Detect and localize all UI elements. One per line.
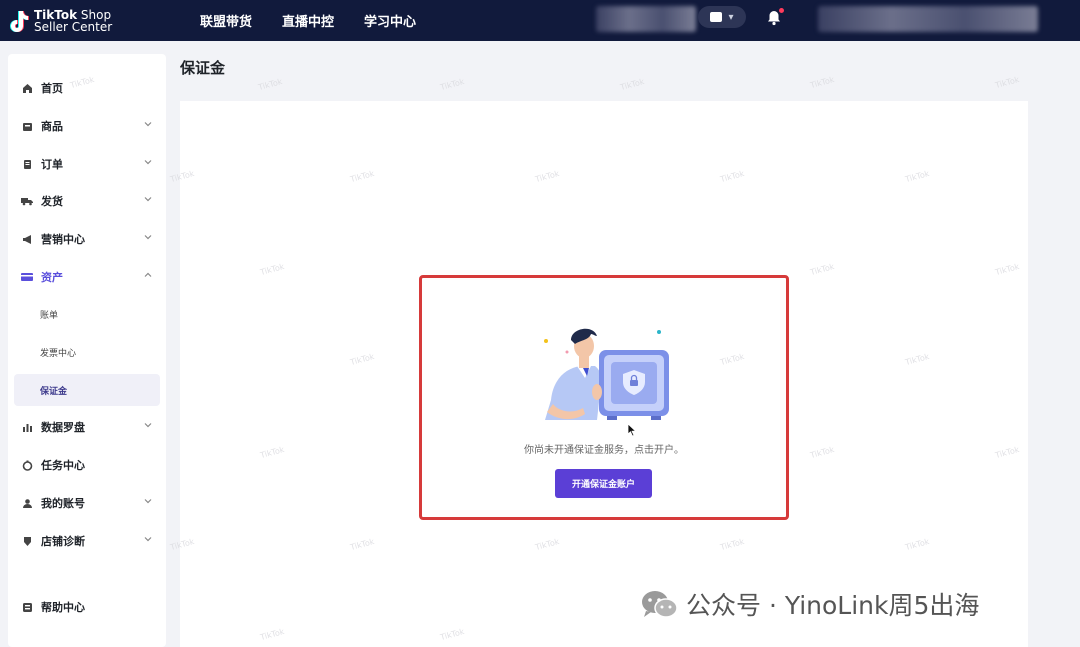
sidebar-item-label: 订单 xyxy=(41,158,63,171)
topnav-live-control[interactable]: 直播中控 xyxy=(282,11,334,30)
sidebar-item-tasks[interactable]: 任务中心 xyxy=(8,450,166,480)
chevron-up-icon xyxy=(144,272,152,277)
sidebar-subitem-label: 发票中心 xyxy=(40,348,77,359)
watermark-text: TikTok xyxy=(257,76,284,93)
sidebar-item-label: 店铺诊断 xyxy=(41,535,85,548)
wechat-icon xyxy=(642,591,678,618)
chevron-down-icon xyxy=(144,235,152,240)
top-nav-links: 联盟带货 直播中控 学习中心 xyxy=(200,11,416,30)
chevron-down-icon xyxy=(144,160,152,165)
mouse-cursor-icon xyxy=(627,423,637,437)
watermark-text: TikTok xyxy=(809,74,836,91)
user-icon xyxy=(21,497,33,509)
watermark-text: TikTok xyxy=(439,76,466,93)
sidebar-item-label: 营销中心 xyxy=(41,233,85,246)
chevron-down-icon xyxy=(144,122,152,127)
sidebar-subitem-label: 保证金 xyxy=(40,386,68,397)
sidebar-item-help-center[interactable]: 帮助中心 xyxy=(8,592,166,622)
tiktok-note-icon xyxy=(7,9,29,33)
wallet-icon xyxy=(21,271,33,283)
top-navigation-bar: TikTok Shop Seller Center 联盟带货 直播中控 学习中心… xyxy=(0,0,1080,41)
brand-text: 公众号 · YinoLink周5出海 xyxy=(686,591,980,620)
chevron-down-icon xyxy=(144,197,152,202)
sidebar-item-data-compass[interactable]: 数据罗盘 xyxy=(8,412,166,442)
blurred-shop-name xyxy=(596,6,696,32)
chevron-down-icon xyxy=(144,423,152,428)
product-icon xyxy=(21,120,33,132)
help-icon xyxy=(21,601,33,613)
blurred-account-info xyxy=(818,6,1038,32)
empty-state-message: 你尚未开通保证金服务，点击开户。 xyxy=(524,445,684,456)
order-icon xyxy=(21,158,33,170)
watermark-text: TikTok xyxy=(619,76,646,93)
sidebar-item-label: 我的账号 xyxy=(41,497,85,510)
truck-icon xyxy=(21,195,33,207)
sidebar-item-label: 任务中心 xyxy=(41,459,85,472)
chart-icon xyxy=(21,421,33,433)
sidebar: 首页 商品 订单 发货 营销中心 资产 账单 发票中心 保证金 数据罗盘 任务中… xyxy=(8,54,166,647)
sidebar-item-shop-diagnosis[interactable]: 店铺诊断 xyxy=(8,526,166,556)
diagnose-icon xyxy=(21,535,33,547)
logo-text: TikTok Shop Seller Center xyxy=(34,9,112,33)
topnav-learning-center[interactable]: 学习中心 xyxy=(364,11,416,30)
sidebar-subitem-invoices[interactable]: 发票中心 xyxy=(14,336,160,368)
sidebar-item-marketing[interactable]: 营销中心 xyxy=(8,224,166,254)
logo-line2: Seller Center xyxy=(34,19,113,34)
tiktok-shop-logo[interactable]: TikTok Shop Seller Center xyxy=(7,9,192,33)
notification-dot xyxy=(779,8,784,13)
topnav-affiliate[interactable]: 联盟带货 xyxy=(200,11,252,30)
task-icon xyxy=(21,459,33,471)
message-dropdown[interactable]: ▾ xyxy=(698,6,746,28)
sidebar-item-label: 发货 xyxy=(41,195,63,208)
page-title: 保证金 xyxy=(180,59,226,77)
open-deposit-account-button[interactable]: 开通保证金账户 xyxy=(555,469,652,498)
sidebar-item-label: 资产 xyxy=(41,271,63,284)
sidebar-item-label: 首页 xyxy=(41,82,63,95)
chat-bubble-icon xyxy=(710,12,723,22)
sidebar-item-orders[interactable]: 订单 xyxy=(8,149,166,179)
chevron-down-icon xyxy=(144,537,152,542)
watermark-text: TikTok xyxy=(994,74,1021,91)
sidebar-item-label: 商品 xyxy=(41,120,63,133)
chevron-down-icon: ▾ xyxy=(728,11,734,23)
logo-line1: TikTok Shop xyxy=(34,7,112,22)
wechat-brand-watermark: 公众号 · YinoLink周5出海 xyxy=(640,586,979,622)
sidebar-subitem-label: 账单 xyxy=(40,310,59,321)
sidebar-item-home[interactable]: 首页 xyxy=(8,73,166,103)
sidebar-item-assets[interactable]: 资产 xyxy=(8,262,166,292)
sidebar-subitem-bills[interactable]: 账单 xyxy=(14,298,160,330)
home-icon xyxy=(21,82,33,94)
chevron-down-icon xyxy=(144,499,152,504)
person-with-safe-illustration xyxy=(544,328,669,420)
sidebar-item-my-account[interactable]: 我的账号 xyxy=(8,488,166,518)
sidebar-subitem-deposit[interactable]: 保证金 xyxy=(14,374,160,406)
sidebar-item-products[interactable]: 商品 xyxy=(8,111,166,141)
sidebar-item-label: 数据罗盘 xyxy=(41,421,85,434)
megaphone-icon xyxy=(21,233,33,245)
sidebar-item-label: 帮助中心 xyxy=(41,601,85,614)
sidebar-item-shipping[interactable]: 发货 xyxy=(8,186,166,216)
